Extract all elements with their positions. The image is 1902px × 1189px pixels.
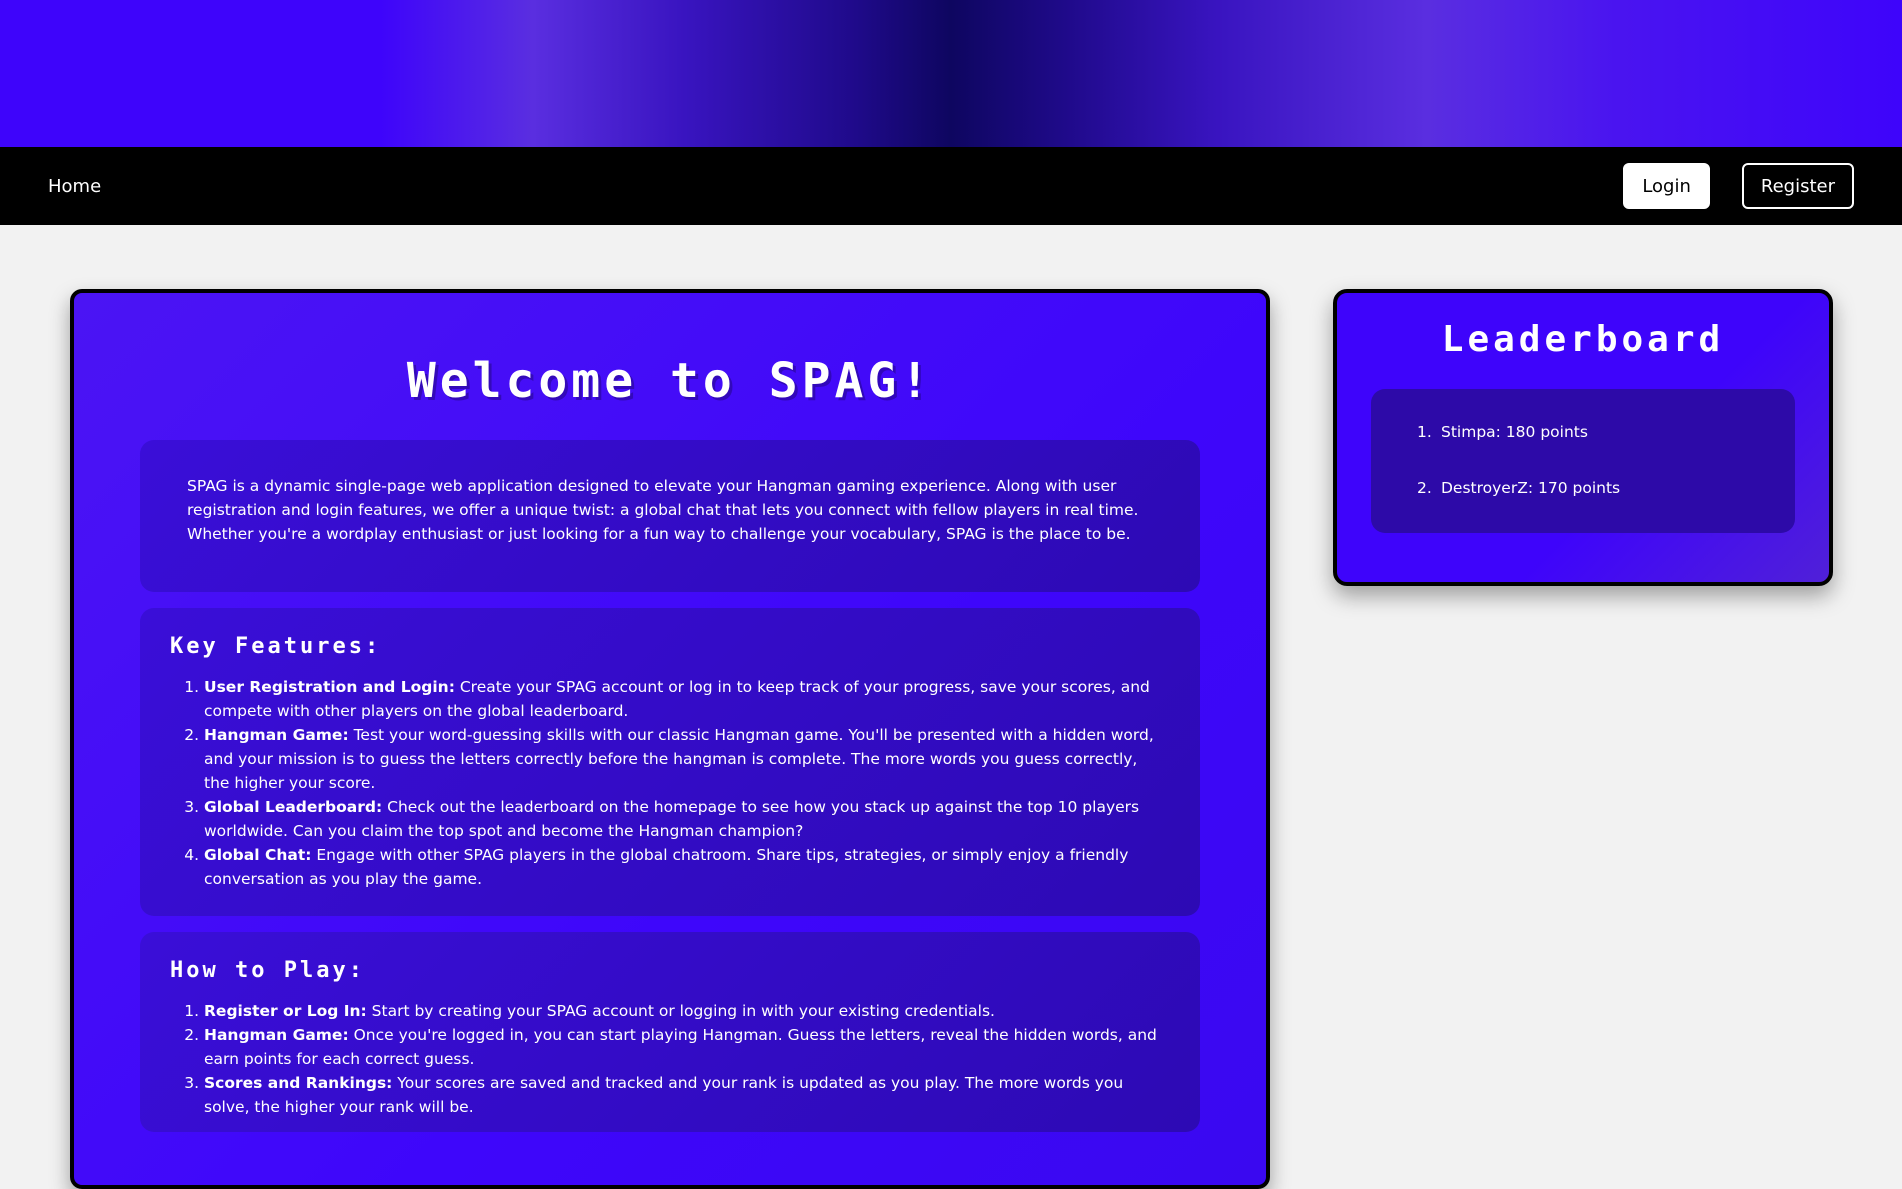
step-title: Hangman Game: [204,1026,349,1044]
features-panel: Key Features: User Registration and Logi… [140,608,1200,916]
feature-title: User Registration and Login: [204,678,455,696]
step-title: Scores and Rankings: [204,1074,393,1092]
step-text: Start by creating your SPAG account or l… [366,1002,995,1020]
leaderboard-entry: 2. DestroyerZ: 170 points [1417,479,1795,535]
leaderboard-entry-text: DestroyerZ: 170 points [1441,479,1621,497]
intro-panel: SPAG is a dynamic single-page web applic… [140,440,1200,592]
list-item: Scores and Rankings: Your scores are sav… [204,1071,1160,1119]
feature-title: Global Leaderboard: [204,798,383,816]
list-item: Hangman Game: Once you're logged in, you… [204,1023,1160,1071]
features-heading: Key Features: [170,634,382,659]
navbar: Home Login Register [0,147,1902,225]
features-list: User Registration and Login: Create your… [170,675,1160,891]
leaderboard-panel: 1. Stimpa: 180 points 2. DestroyerZ: 170… [1371,389,1795,533]
step-title: Register or Log In: [204,1002,367,1020]
leaderboard-entry: 1. Stimpa: 180 points [1417,423,1795,479]
how-to-play-panel: How to Play: Register or Log In: Start b… [140,932,1200,1132]
leaderboard-title: Leaderboard [1441,319,1725,360]
how-to-play-list: Register or Log In: Start by creating yo… [170,999,1160,1119]
leaderboard-list: 1. Stimpa: 180 points 2. DestroyerZ: 170… [1417,423,1795,535]
feature-text: Engage with other SPAG players in the gl… [204,846,1129,888]
nav-home-link[interactable]: Home [48,176,101,197]
leaderboard-rank: 1. [1417,423,1432,441]
top-banner [0,0,1902,147]
leaderboard-entry-text: Stimpa: 180 points [1441,423,1588,441]
leaderboard-card: Leaderboard 1. Stimpa: 180 points 2. Des… [1333,289,1833,586]
welcome-card: Welcome to SPAG! SPAG is a dynamic singl… [70,289,1270,1189]
list-item: Register or Log In: Start by creating yo… [204,999,1160,1023]
login-button[interactable]: Login [1623,163,1710,209]
nav-actions: Login Register [1623,163,1854,209]
list-item: Global Chat: Engage with other SPAG play… [204,843,1160,891]
list-item: Global Leaderboard: Check out the leader… [204,795,1160,843]
list-item: Hangman Game: Test your word-guessing sk… [204,723,1160,795]
how-to-play-heading: How to Play: [170,958,365,983]
feature-title: Global Chat: [204,846,312,864]
intro-text: SPAG is a dynamic single-page web applic… [187,477,1139,543]
leaderboard-rank: 2. [1417,479,1432,497]
list-item: User Registration and Login: Create your… [204,675,1160,723]
page-title: Welcome to SPAG! [406,353,934,409]
feature-title: Hangman Game: [204,726,349,744]
register-button[interactable]: Register [1741,163,1854,209]
